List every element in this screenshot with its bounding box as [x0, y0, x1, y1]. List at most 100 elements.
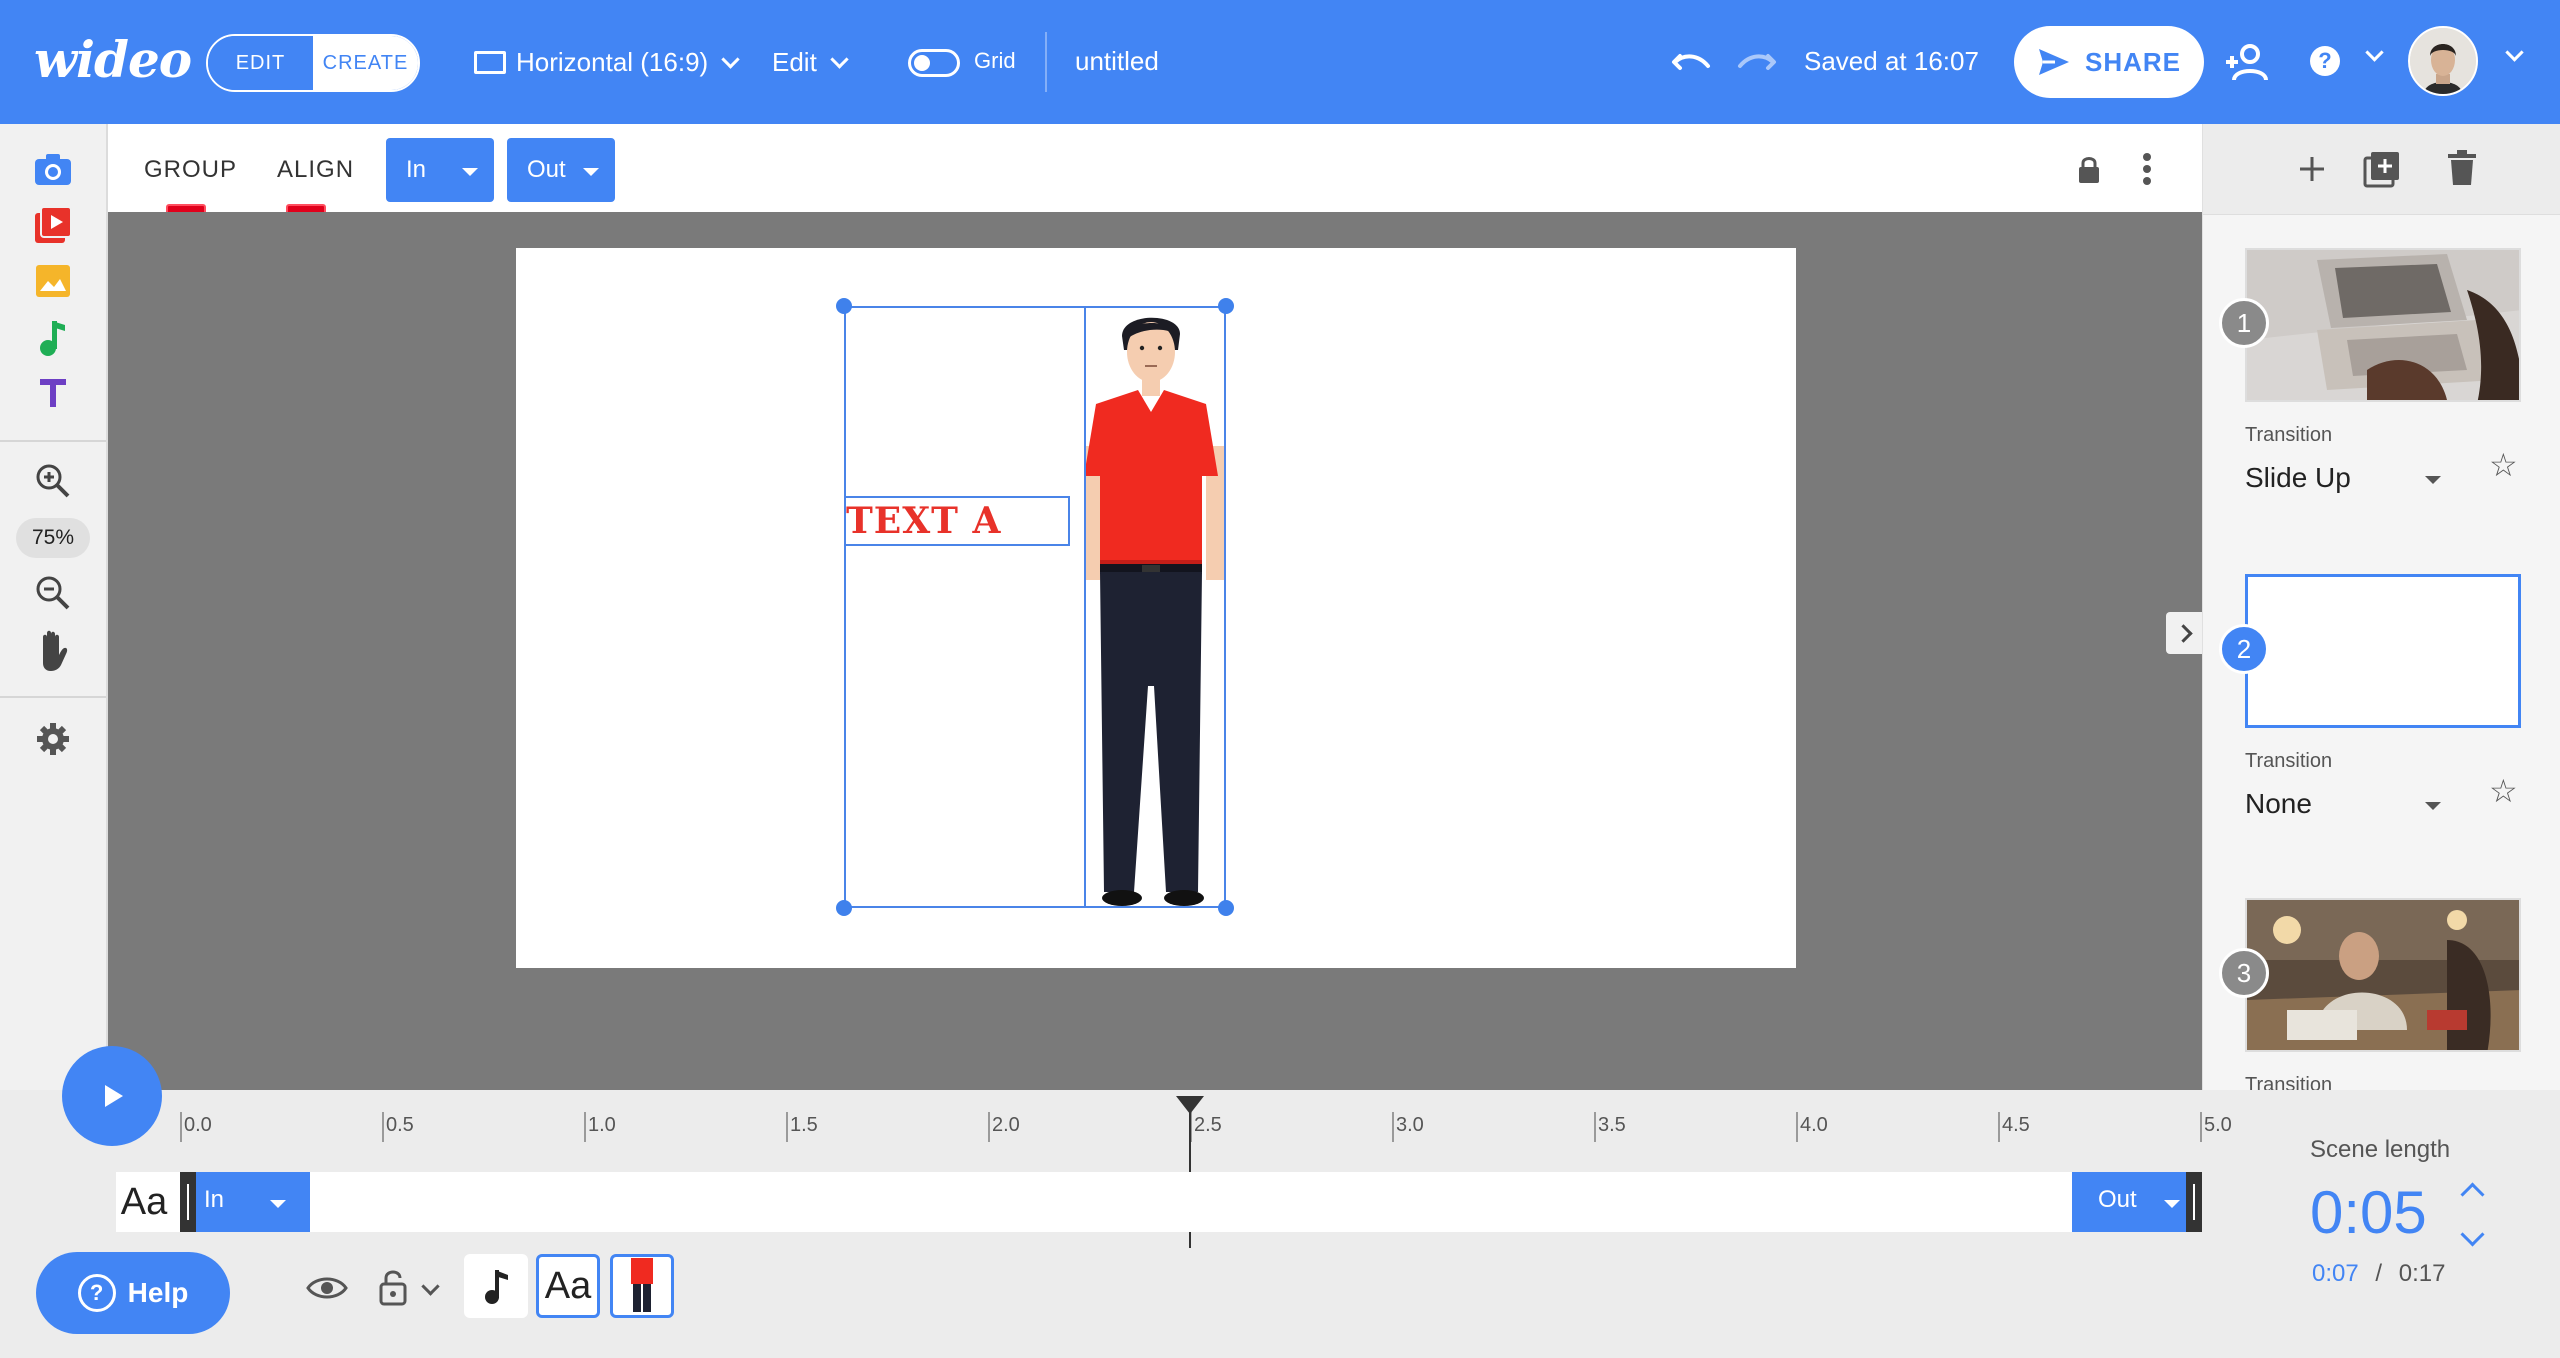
out-animation-dropdown[interactable]: Out — [507, 138, 615, 202]
caret-down-icon[interactable] — [2425, 802, 2441, 810]
caret-down-icon[interactable] — [2425, 476, 2441, 484]
ruler-tick — [1796, 1112, 1798, 1142]
delete-scene-icon[interactable] — [2447, 150, 2477, 186]
save-status: Saved at 16:07 — [1804, 46, 1979, 76]
pan-hand-icon[interactable] — [30, 628, 76, 674]
chevron-down-icon — [721, 49, 740, 69]
ruler-label: 2.5 — [1194, 1114, 1222, 1136]
resize-handle-top-left[interactable] — [836, 298, 852, 314]
scene-thumbnail-1[interactable] — [2245, 248, 2521, 402]
favorite-star-icon[interactable]: ☆ — [2489, 446, 2518, 484]
track-text-icon: Aa — [116, 1172, 172, 1232]
duplicate-scene-icon[interactable] — [2363, 150, 2401, 188]
document-title[interactable]: untitled — [1075, 46, 1159, 77]
help-button[interactable]: ? Help — [36, 1252, 230, 1334]
scene-image-office — [2247, 900, 2519, 1050]
track-end-grip[interactable] — [2186, 1172, 2202, 1232]
layer-text[interactable]: Aa — [536, 1254, 600, 1318]
more-options-icon[interactable] — [2142, 152, 2152, 186]
top-bar: wideo EDIT CREATE Horizontal (16:9) Edit… — [0, 0, 2560, 124]
lock-icon[interactable] — [378, 1268, 408, 1306]
text-icon[interactable] — [30, 370, 76, 416]
out-animation-label: Out — [527, 156, 566, 183]
transition-select[interactable]: Slide Up — [2245, 462, 2351, 494]
help-label: Help — [127, 1277, 189, 1308]
chevron-down-icon[interactable] — [2505, 43, 2524, 62]
divider — [0, 440, 106, 442]
music-note-icon — [485, 1270, 508, 1304]
caret-down-icon — [462, 168, 478, 176]
left-toolbar: 75% — [0, 124, 108, 1090]
transition-label: Transition — [2245, 1074, 2333, 1090]
divider — [0, 696, 106, 698]
align-button[interactable]: ALIGN — [277, 156, 354, 184]
add-scene-icon[interactable] — [2297, 154, 2327, 184]
format-dropdown[interactable]: Horizontal (16:9) — [474, 40, 740, 84]
add-collaborator-icon[interactable] — [2222, 40, 2270, 84]
ruler-tick — [1392, 1112, 1394, 1142]
layer-audio[interactable] — [464, 1254, 528, 1318]
track-out-animation[interactable]: Out — [2072, 1172, 2202, 1232]
scene-length-label: Scene length — [2310, 1136, 2451, 1163]
edit-menu[interactable]: Edit — [772, 40, 849, 84]
resize-handle-bottom-right[interactable] — [1218, 900, 1234, 916]
visibility-eye-icon[interactable] — [306, 1274, 348, 1302]
transition-label: Transition — [2245, 424, 2333, 446]
track-in-animation[interactable]: In — [180, 1172, 310, 1232]
transition-select[interactable]: None — [2245, 788, 2312, 820]
create-mode-button[interactable]: CREATE — [313, 36, 418, 90]
in-animation-dropdown[interactable]: In — [386, 138, 494, 202]
scene-length-value[interactable]: 0:05 — [2310, 1178, 2427, 1247]
scene-number-badge: 3 — [2219, 948, 2269, 998]
ruler-tick — [2200, 1112, 2202, 1142]
grid-label: Grid — [974, 48, 1016, 73]
transition-label: Transition — [2245, 750, 2333, 772]
music-icon[interactable] — [30, 314, 76, 360]
collapse-panel-button[interactable] — [2166, 612, 2204, 654]
help-menu-icon[interactable]: ? — [2310, 46, 2340, 76]
settings-gear-icon[interactable] — [30, 716, 76, 762]
grid-toggle[interactable] — [908, 49, 960, 77]
time-separator: / — [2375, 1260, 2383, 1287]
edit-mode-button[interactable]: EDIT — [208, 36, 313, 90]
group-button[interactable]: GROUP — [144, 156, 237, 184]
zoom-out-icon[interactable] — [30, 570, 76, 616]
play-button[interactable] — [62, 1046, 162, 1146]
lock-icon[interactable] — [2076, 154, 2102, 184]
ruler-label: 0.0 — [184, 1114, 212, 1136]
chevron-down-icon[interactable] — [2365, 43, 2384, 62]
scene-thumbnail-3[interactable] — [2245, 898, 2521, 1052]
ruler-tick — [382, 1112, 384, 1142]
layer-character[interactable] — [610, 1254, 674, 1318]
redo-icon[interactable] — [1734, 42, 1778, 82]
resize-handle-bottom-left[interactable] — [836, 900, 852, 916]
ruler-tick — [584, 1112, 586, 1142]
resize-handle-top-right[interactable] — [1218, 298, 1234, 314]
ruler-label: 2.0 — [992, 1114, 1020, 1136]
share-button[interactable]: SHARE — [2014, 26, 2204, 98]
undo-icon[interactable] — [1670, 42, 1714, 82]
user-avatar[interactable] — [2408, 26, 2478, 96]
video-icon[interactable] — [30, 202, 76, 248]
share-label: SHARE — [2084, 46, 2181, 77]
profile-photo — [2410, 28, 2476, 94]
scene-thumbnail-2[interactable] — [2245, 574, 2521, 728]
element-toolbar: GROUP ALIGN In Out — [108, 124, 2202, 213]
ruler-label: 1.0 — [588, 1114, 616, 1136]
track-start-grip[interactable] — [180, 1172, 196, 1232]
ruler-label: 0.5 — [386, 1114, 414, 1136]
element-track[interactable] — [116, 1172, 2200, 1232]
camera-icon[interactable] — [30, 146, 76, 192]
ruler-label: 5.0 — [2204, 1114, 2232, 1136]
favorite-star-icon[interactable]: ☆ — [2489, 772, 2518, 810]
app-logo[interactable]: wideo — [34, 30, 192, 89]
character-frame[interactable] — [1084, 306, 1226, 908]
ruler-tick — [786, 1112, 788, 1142]
ruler-label: 3.5 — [1598, 1114, 1626, 1136]
caret-down-icon — [2164, 1200, 2180, 1208]
scenes-panel: 1 Transition Slide Up ☆ 2 Transition Non… — [2202, 124, 2560, 1090]
zoom-in-icon[interactable] — [30, 458, 76, 504]
scene-time-readout: 0:07 / 0:17 — [2312, 1260, 2445, 1288]
in-animation-label: In — [406, 156, 427, 183]
image-icon[interactable] — [30, 258, 76, 304]
